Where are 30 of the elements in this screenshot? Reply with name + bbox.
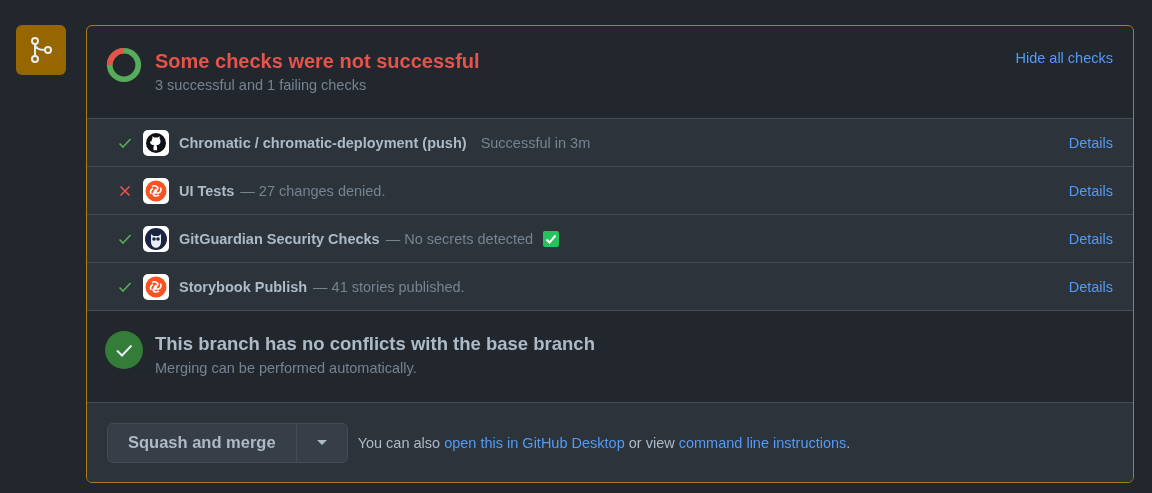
details-link[interactable]: Details [1068,182,1113,199]
squash-merge-button[interactable]: Squash and merge [108,423,297,462]
period-text: . [846,434,851,451]
merge-status-subtitle: Merging can be performed automatically. [155,359,418,378]
check-description: — No secrets detected [385,230,534,247]
merge-status-title: This branch has no conflicts with the base branch [155,332,595,356]
octocat-icon [143,129,169,156]
check-name: Storybook Publish [179,278,308,295]
checks-title: Some checks were not successful [155,49,481,74]
status-donut-icon [105,46,143,84]
check-description: — 41 stories published. [313,278,465,295]
footer-text: You can also [357,434,441,451]
checks-summary: 3 successful and 1 failing checks [155,76,368,95]
details-link[interactable]: Details [1068,278,1113,295]
success-check-icon [105,331,143,369]
branch-icon [16,25,66,75]
app-logo-icon [143,177,169,204]
owl-logo-icon [143,225,169,252]
check-description: — 27 changes denied. [240,182,386,199]
hide-checks-link[interactable]: Hide all checks [1015,50,1113,66]
github-desktop-link[interactable]: open this in GitHub Desktop [444,434,625,451]
footer-text: or view [628,434,675,451]
check-name: GitGuardian Security Checks [179,230,380,247]
caret-icon [316,439,327,446]
check-description: Successful in 3m [480,134,591,151]
app-logo-icon [143,273,169,300]
details-link[interactable]: Details [1068,230,1113,247]
check-name: UI Tests [179,182,235,199]
details-link[interactable]: Details [1068,134,1113,151]
check-name: Chromatic / chromatic-deployment (push) [179,134,467,151]
